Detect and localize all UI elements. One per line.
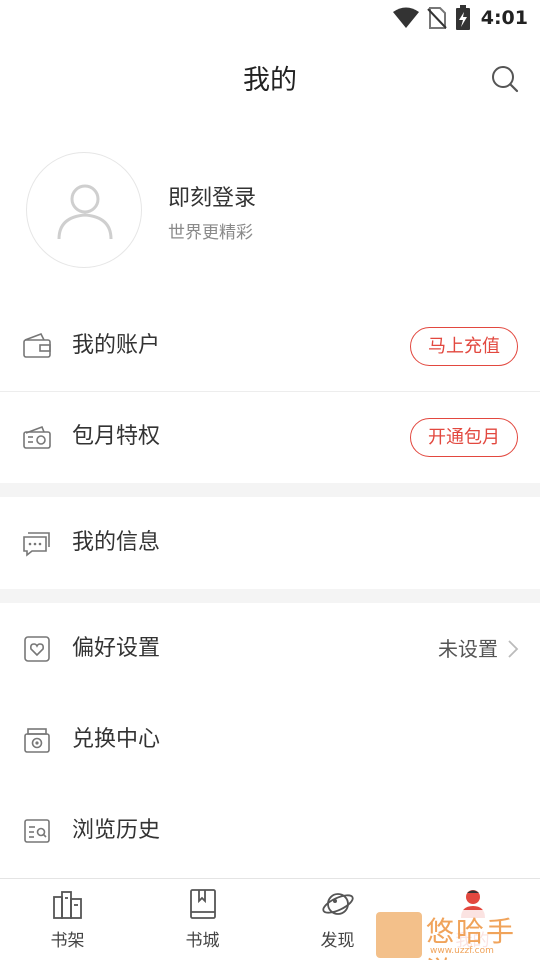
menu-item-monthly[interactable]: 包月特权 开通包月 (0, 392, 540, 482)
menu-label-redeem: 兑换中心 (72, 727, 161, 752)
page-title: 我的 (243, 65, 297, 96)
wifi-icon (392, 7, 419, 28)
menu-item-messages[interactable]: 我的信息 (0, 498, 540, 588)
login-subtitle: 世界更精彩 (168, 223, 253, 243)
tab-label-bookstore: 书城 (185, 931, 220, 951)
search-icon (492, 66, 519, 93)
profile-login[interactable]: 即刻登录 世界更精彩 (26, 152, 516, 268)
menu-label-monthly: 包月特权 (72, 424, 161, 449)
watermark-logo (376, 912, 422, 958)
menu-item-redeem[interactable]: 兑换中心 (0, 695, 540, 785)
search-button[interactable] (490, 64, 520, 94)
heart-box-icon (24, 636, 50, 662)
menu-label-messages: 我的信息 (72, 530, 161, 555)
menu-label-history: 浏览历史 (72, 818, 161, 843)
wallet-icon (23, 332, 51, 358)
section-gap (0, 483, 540, 497)
tab-bookstore[interactable]: 书城 (135, 879, 270, 960)
battery-charging-icon (455, 5, 470, 30)
chevron-right-icon (508, 640, 519, 658)
menu-item-preferences[interactable]: 偏好设置 未设置 (0, 604, 540, 694)
redeem-icon (24, 728, 50, 753)
login-title[interactable]: 即刻登录 (168, 180, 256, 212)
section-gap (0, 589, 540, 603)
message-icon (23, 532, 50, 557)
status-time: 4:01 (480, 7, 528, 29)
recharge-button[interactable]: 马上充值 (410, 327, 518, 366)
status-icons: 4:01 (392, 4, 528, 32)
status-bar: 4:01 (0, 0, 540, 36)
ticket-icon (23, 425, 51, 449)
subscribe-button[interactable]: 开通包月 (410, 418, 518, 457)
tab-label-bookshelf: 书架 (50, 931, 85, 951)
preferences-value: 未设置 (438, 637, 498, 661)
watermark: 悠哈手游 www.uzzf.com (372, 910, 540, 960)
avatar[interactable] (26, 152, 142, 268)
no-sim-icon (427, 7, 447, 29)
bookshelf-icon (52, 891, 82, 919)
discover-icon (321, 893, 354, 915)
menu-item-history[interactable]: 浏览历史 (0, 786, 540, 876)
menu-label-account: 我的账户 (72, 333, 161, 358)
menu-label-preferences: 偏好设置 (72, 636, 161, 661)
tab-bookshelf[interactable]: 书架 (0, 879, 135, 960)
user-avatar-icon (57, 184, 113, 240)
history-icon (24, 819, 50, 843)
watermark-url: www.uzzf.com (430, 946, 494, 956)
bookstore-icon (189, 889, 216, 919)
menu-item-account[interactable]: 我的账户 马上充值 (0, 301, 540, 391)
header: 我的 (0, 48, 540, 110)
